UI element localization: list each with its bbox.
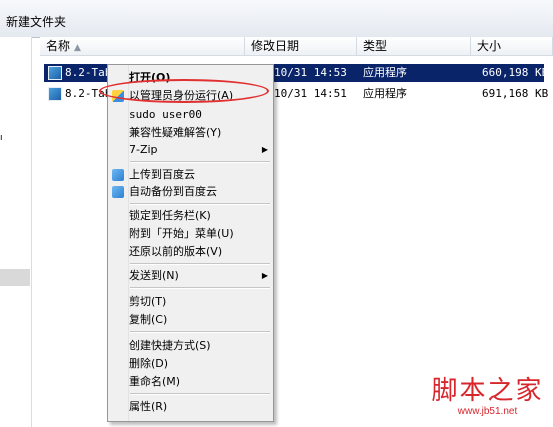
menu-separator — [130, 203, 270, 205]
file-name: 8.2-Tab — [65, 66, 112, 79]
file-type: 应用程序 — [363, 87, 407, 100]
submenu-arrow-icon: ▶ — [261, 271, 268, 280]
column-size-label: 大小 — [477, 39, 502, 53]
menu-send-to-label: 发送到(N) — [129, 269, 179, 282]
menu-item-pin-start[interactable]: 附到「开始」菜单(U) — [108, 224, 273, 244]
column-header-modified[interactable]: 修改日期 — [245, 37, 357, 56]
menu-item-delete[interactable]: 删除(D) — [108, 354, 273, 374]
watermark-logo: 脚本之家 www.jb51.net — [425, 376, 550, 418]
menu-create-shortcut-label: 创建快捷方式(S) — [129, 339, 211, 352]
menu-compat-label: 兼容性疑难解答(Y) — [129, 126, 222, 139]
column-type-label: 类型 — [363, 39, 388, 53]
file-modified: 10/31 14:53 — [274, 66, 347, 79]
application-icon — [48, 87, 62, 101]
menu-separator — [130, 161, 270, 163]
toolbar: 新建文件夹 — [0, 0, 553, 38]
menu-item-backup-baidu[interactable]: 自动备份到百度云 — [108, 182, 273, 202]
menu-item-create-shortcut[interactable]: 创建快捷方式(S) — [108, 336, 273, 356]
menu-separator — [130, 393, 270, 395]
context-menu: 打开(O) 以管理员身份运行(A) sudo user00 兼容性疑难解答(Y)… — [107, 64, 274, 422]
column-header-type[interactable]: 类型 — [357, 37, 471, 56]
baidu-cloud-icon — [112, 169, 124, 181]
menu-item-restore-versions[interactable]: 还原以前的版本(V) — [108, 242, 273, 262]
menu-item-rename[interactable]: 重命名(M) — [108, 372, 273, 392]
menu-restore-label: 还原以前的版本(V) — [129, 245, 223, 258]
file-type: 应用程序 — [363, 66, 407, 79]
navigation-pane[interactable]: ı — [0, 37, 32, 427]
menu-delete-label: 删除(D) — [129, 357, 169, 370]
menu-7zip-label: 7-Zip — [129, 143, 158, 156]
menu-upload-baidu-label: 上传到百度云 — [129, 168, 195, 181]
menu-rename-label: 重命名(M) — [129, 375, 181, 388]
menu-item-cut[interactable]: 剪切(T) — [108, 292, 273, 312]
menu-item-send-to[interactable]: 发送到(N) ▶ — [108, 266, 273, 286]
application-icon — [48, 66, 62, 80]
menu-item-properties[interactable]: 属性(R) — [108, 397, 273, 417]
menu-sudo-label: sudo user00 — [129, 108, 202, 121]
menu-item-copy[interactable]: 复制(C) — [108, 310, 273, 330]
watermark-title: 脚本之家 — [431, 376, 544, 406]
submenu-arrow-icon: ▶ — [261, 145, 268, 154]
nav-pane-mark: ı — [0, 133, 3, 143]
sort-up-icon: ▲ — [74, 43, 81, 53]
menu-backup-baidu-label: 自动备份到百度云 — [129, 185, 217, 198]
menu-cut-label: 剪切(T) — [129, 295, 167, 308]
menu-properties-label: 属性(R) — [129, 400, 168, 413]
menu-item-sudo[interactable]: sudo user00 — [108, 105, 273, 125]
file-size: 660,198 KB — [482, 66, 549, 79]
folder-title: 新建文件夹 — [6, 15, 67, 29]
menu-pin-start-label: 附到「开始」菜单(U) — [129, 227, 234, 240]
menu-item-pin-taskbar[interactable]: 锁定到任务栏(K) — [108, 206, 273, 226]
menu-separator — [130, 287, 270, 289]
menu-copy-label: 复制(C) — [129, 313, 168, 326]
menu-item-7zip[interactable]: 7-Zip ▶ — [108, 140, 273, 160]
menu-separator — [130, 263, 270, 265]
annotation-highlight-oval — [99, 79, 269, 103]
nav-pane-selected-item[interactable] — [0, 269, 30, 286]
menu-separator — [130, 331, 270, 333]
column-header-name[interactable]: 名称 ▲ — [40, 37, 245, 56]
file-size: 691,168 KB — [482, 87, 549, 100]
column-name-label: 名称 — [46, 39, 71, 53]
column-header-size[interactable]: 大小 — [471, 37, 553, 56]
baidu-cloud-icon — [112, 186, 124, 198]
file-modified: 10/31 14:51 — [274, 87, 347, 100]
column-modified-label: 修改日期 — [251, 39, 300, 53]
watermark-url: www.jb51.net — [457, 406, 518, 417]
menu-pin-taskbar-label: 锁定到任务栏(K) — [129, 209, 211, 222]
